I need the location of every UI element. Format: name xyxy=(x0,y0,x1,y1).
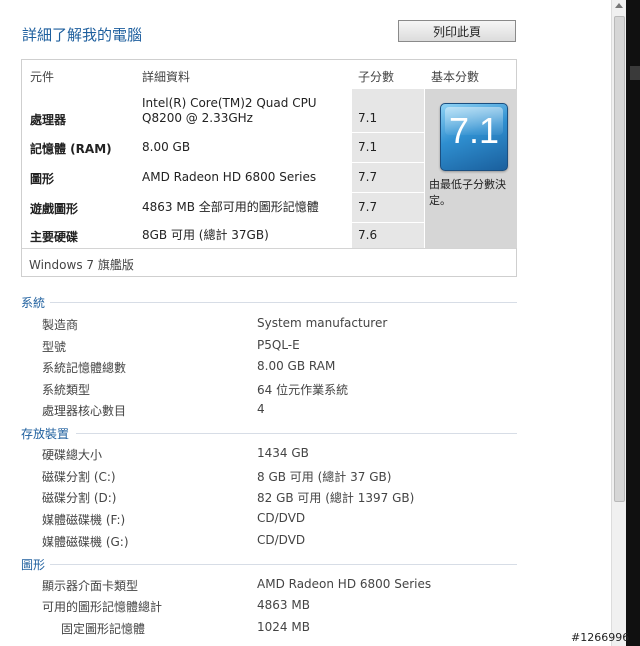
system-value: P5QL-E xyxy=(257,338,300,352)
section-title-system: 系統 xyxy=(21,296,46,310)
component-detail: Intel(R) Core(TM)2 Quad CPU Q8200 @ 2.33… xyxy=(142,96,317,126)
score-row-gaming-graphics: 7.7 遊戲圖形 4863 MB 全部可用的圖形記憶體 xyxy=(22,193,424,222)
component-label: 處理器 xyxy=(30,113,67,127)
storage-key: 媒體磁碟機 (F:) xyxy=(42,513,126,527)
graphics-value: 1024 MB xyxy=(257,620,310,634)
column-header-base-score: 基本分數 xyxy=(431,70,480,84)
component-label: 主要硬碟 xyxy=(30,230,79,244)
scroll-up-arrow-icon[interactable] xyxy=(615,3,623,8)
section-title-storage: 存放裝置 xyxy=(21,427,70,441)
graphics-key: 固定圖形記憶體 xyxy=(61,622,146,636)
system-key: 系統記憶體總數 xyxy=(42,361,127,375)
subscore-cell: 7.1 xyxy=(352,89,424,132)
system-value: 8.00 GB RAM xyxy=(257,359,336,373)
base-score-panel: 7.1 由最低子分數決定。 xyxy=(425,89,517,248)
storage-value: 8 GB 可用 (總計 37 GB) xyxy=(257,470,392,484)
detail-line-1: Intel(R) Core(TM)2 Quad CPU xyxy=(142,96,317,110)
performance-info-page: 詳細了解我的電腦 列印此頁 元件 詳細資料 子分數 基本分數 7.1 處理器 I… xyxy=(0,0,611,646)
system-key: 製造商 xyxy=(42,318,79,332)
detail-line-2: Q8200 @ 2.33GHz xyxy=(142,111,253,125)
system-value: 4 xyxy=(257,402,265,416)
windows-edition: Windows 7 旗艦版 xyxy=(29,258,134,272)
section-divider xyxy=(76,433,517,434)
score-row-graphics: 7.7 圖形 AMD Radeon HD 6800 Series xyxy=(22,163,424,192)
storage-value: 1434 GB xyxy=(257,446,309,460)
windows-edition-row: Windows 7 旗艦版 xyxy=(22,248,516,277)
page-title: 詳細了解我的電腦 xyxy=(22,26,143,44)
storage-key: 磁碟分割 (C:) xyxy=(42,470,116,484)
storage-key: 磁碟分割 (D:) xyxy=(42,491,117,505)
graphics-key: 可用的圖形記憶體總計 xyxy=(42,600,163,614)
section-divider xyxy=(50,564,517,565)
subscore-cell: 7.7 xyxy=(352,193,424,222)
base-score-value: 7.1 xyxy=(448,110,500,151)
storage-value: CD/DVD xyxy=(257,533,306,547)
system-key: 系統類型 xyxy=(42,383,91,397)
system-value: 64 位元作業系統 xyxy=(257,383,349,397)
vertical-scrollbar[interactable] xyxy=(611,0,626,646)
subscore-cell: 7.1 xyxy=(352,133,424,162)
desktop-edge xyxy=(626,0,640,646)
section-title-graphics: 圖形 xyxy=(21,558,46,572)
score-row-memory: 7.1 記憶體 (RAM) 8.00 GB xyxy=(22,133,424,162)
section-divider xyxy=(50,302,517,303)
base-score-note: 由最低子分數決定。 xyxy=(429,178,506,207)
scrollbar-thumb[interactable] xyxy=(614,16,625,502)
graphics-value: AMD Radeon HD 6800 Series xyxy=(257,577,432,591)
subscore-cell: 7.7 xyxy=(352,163,424,192)
column-header-subscore: 子分數 xyxy=(358,70,395,84)
system-value: System manufacturer xyxy=(257,316,388,330)
component-detail: 4863 MB 全部可用的圖形記憶體 xyxy=(142,200,319,214)
storage-value: 82 GB 可用 (總計 1397 GB) xyxy=(257,491,415,505)
system-key: 處理器核心數目 xyxy=(42,404,127,418)
storage-key: 媒體磁碟機 (G:) xyxy=(42,535,129,549)
graphics-value: 4863 MB xyxy=(257,598,310,612)
system-key: 型號 xyxy=(42,340,67,354)
score-row-primary-disk: 7.6 主要硬碟 8GB 可用 (總計 37GB) xyxy=(22,223,424,248)
score-table: 元件 詳細資料 子分數 基本分數 7.1 處理器 Intel(R) Core(T… xyxy=(21,59,517,277)
storage-value: CD/DVD xyxy=(257,511,306,525)
component-label: 圖形 xyxy=(30,172,55,186)
component-detail: 8GB 可用 (總計 37GB) xyxy=(142,228,269,242)
column-header-component: 元件 xyxy=(30,70,55,84)
base-score-badge: 7.1 xyxy=(440,103,508,171)
score-row-processor: 7.1 處理器 Intel(R) Core(TM)2 Quad CPU Q820… xyxy=(22,89,424,132)
subscore-cell: 7.6 xyxy=(352,223,424,248)
storage-key: 硬碟總大小 xyxy=(42,448,103,462)
column-header-details: 詳細資料 xyxy=(142,70,191,84)
component-detail: AMD Radeon HD 6800 Series xyxy=(142,170,317,184)
watermark: #1266996 xyxy=(571,631,630,644)
desktop-edge-strip xyxy=(630,66,640,80)
graphics-key: 顯示器介面卡類型 xyxy=(42,579,139,593)
print-page-button[interactable]: 列印此頁 xyxy=(398,20,516,42)
component-label: 記憶體 (RAM) xyxy=(30,142,112,156)
component-detail: 8.00 GB xyxy=(142,140,191,154)
component-label: 遊戲圖形 xyxy=(30,202,79,216)
